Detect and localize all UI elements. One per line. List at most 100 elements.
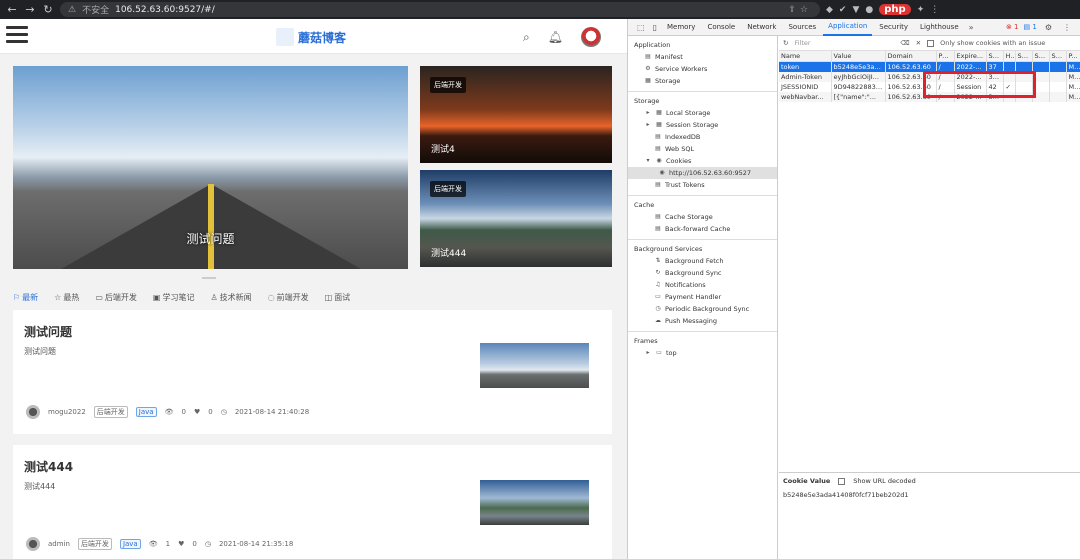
back-icon[interactable]: ← (6, 3, 18, 16)
col-priority[interactable]: P... (1066, 51, 1080, 62)
bell-icon[interactable]: 🔔︎ (548, 30, 563, 44)
cell[interactable]: eyJhbGciOiJI... (831, 72, 886, 82)
category-badge[interactable]: 后端开发 (77, 538, 112, 550)
tab-notes[interactable]: ▣ 学习笔记 (153, 292, 195, 303)
cell[interactable]: JSESSIONID (779, 82, 832, 92)
gear-icon[interactable]: ⚙ (1042, 23, 1055, 32)
filter-input[interactable]: Filter (794, 39, 894, 47)
puzzle-icon[interactable]: ✦ (917, 5, 925, 15)
site-logo[interactable]: 蘑菇博客 (276, 28, 346, 46)
author-avatar[interactable] (26, 537, 40, 551)
sidebar-item-push-messaging[interactable]: ☁ Push Messaging (628, 315, 777, 327)
col-path[interactable]: Path (936, 51, 955, 62)
post-title[interactable]: 测试问题 (24, 323, 72, 340)
close-icon[interactable]: ✕ (916, 39, 921, 47)
error-counter[interactable]: ⊗ 1 (1006, 23, 1019, 31)
cell[interactable]: 9D948228830... (831, 82, 886, 92)
col-secure[interactable]: Se... (1015, 51, 1033, 62)
device-toggle-icon[interactable]: ▯ (650, 23, 660, 32)
post-title[interactable]: 测试444 (24, 458, 73, 475)
sidebar-item-payment-handler[interactable]: ▭ Payment Handler (628, 291, 777, 303)
cell[interactable] (1049, 82, 1067, 92)
expand-arrow-icon[interactable]: ▸ (644, 120, 652, 130)
menu-dots-icon[interactable]: ⋮ (1060, 23, 1074, 32)
author-name[interactable]: mogu2022 (48, 408, 86, 416)
tag-badge[interactable]: Java (119, 539, 141, 549)
extension-icon[interactable]: ◆ (826, 5, 833, 15)
tab-console[interactable]: Console (702, 19, 740, 36)
cell[interactable]: [{"name":"... (831, 92, 886, 102)
avatar[interactable] (581, 27, 601, 47)
post-thumbnail[interactable] (480, 480, 589, 525)
sidebar-item-storage[interactable]: ▦ Storage (628, 75, 777, 87)
cell[interactable]: b5248e5e3ad... (831, 61, 886, 72)
sidebar-item-session-storage[interactable]: ▸ ▦ Session Storage (628, 119, 777, 131)
carousel-indicator[interactable] (202, 277, 216, 279)
sidebar-item-indexeddb[interactable]: ▤ IndexedDB (628, 131, 777, 143)
hamburger-menu-icon[interactable] (6, 26, 28, 46)
php-extension-icon[interactable]: php (879, 4, 911, 15)
author-name[interactable]: admin (48, 540, 70, 548)
forward-icon[interactable]: → (24, 3, 36, 16)
col-expires[interactable]: Expire... (954, 51, 987, 62)
cell[interactable]: M... (1066, 82, 1080, 92)
inspect-icon[interactable]: ⬚ (634, 23, 648, 32)
tab-latest[interactable]: ⚐ 最新 (13, 292, 38, 303)
col-httponly[interactable]: H... (1003, 51, 1016, 62)
sidebar-item-local-storage[interactable]: ▸ ▦ Local Storage (628, 107, 777, 119)
tab-security[interactable]: Security (874, 19, 913, 36)
post-card[interactable]: 测试444 测试444 admin 后端开发 Java 👁︎ 1 ♥ 0 ◷ 2… (13, 445, 612, 559)
sidebar-item-frame-top[interactable]: ▸ ▭ top (628, 347, 777, 359)
tab-memory[interactable]: Memory (662, 19, 700, 36)
col-domain[interactable]: Domain (885, 51, 937, 62)
sidebar-item-periodic-sync[interactable]: ◷ Periodic Background Sync (628, 303, 777, 315)
extension-icon[interactable]: ● (865, 5, 873, 15)
col-size[interactable]: Size (986, 51, 1004, 62)
sidebar-item-trust-tokens[interactable]: ▤ Trust Tokens (628, 179, 777, 191)
url-text[interactable]: 106.52.63.60:9527/#/ (115, 5, 215, 15)
expand-arrow-icon[interactable]: ▸ (644, 108, 652, 118)
collapse-arrow-icon[interactable]: ▾ (644, 156, 652, 166)
sidebar-item-bg-fetch[interactable]: ⇅ Background Fetch (628, 255, 777, 267)
tab-network[interactable]: Network (742, 19, 781, 36)
sidebar-item-cache-storage[interactable]: ▤ Cache Storage (628, 211, 777, 223)
sidebar-item-manifest[interactable]: ▤ Manifest (628, 51, 777, 63)
heart-icon[interactable]: ♥ (194, 408, 200, 416)
extension-icon[interactable]: ✔ (839, 5, 847, 15)
cell[interactable]: M... (1066, 61, 1080, 72)
sidebar-item-notifications[interactable]: ♫ Notifications (628, 279, 777, 291)
share-star-icons[interactable]: ⇪☆ (788, 5, 812, 15)
tab-lighthouse[interactable]: Lighthouse (915, 19, 964, 36)
sidebar-item-bg-sync[interactable]: ↻ Background Sync (628, 267, 777, 279)
col-value[interactable]: Value (831, 51, 886, 62)
tab-sources[interactable]: Sources (783, 19, 821, 36)
side-card[interactable]: 后端开发 测试4 (420, 66, 612, 163)
menu-dots-icon[interactable]: ⋮ (930, 5, 939, 15)
author-avatar[interactable] (26, 405, 40, 419)
post-card[interactable]: 测试问题 测试问题 mogu2022 后端开发 Java 👁︎ 0 ♥ 0 ◷ … (13, 310, 612, 434)
tag-badge[interactable]: Java (135, 407, 157, 417)
tab-application[interactable]: Application (823, 19, 873, 36)
tab-news[interactable]: ♙ 技术新闻 (210, 292, 251, 303)
col-name[interactable]: Name (779, 51, 832, 62)
hero-banner[interactable]: 测试问题 (13, 66, 408, 269)
tab-frontend[interactable]: ◌ 前端开发 (268, 292, 309, 303)
more-tabs-icon[interactable]: » (966, 23, 977, 32)
only-issue-checkbox[interactable] (927, 39, 935, 47)
sidebar-item-bfcache[interactable]: ▤ Back-forward Cache (628, 223, 777, 235)
search-icon[interactable]: ⌕ (523, 30, 530, 45)
cell[interactable] (1049, 72, 1067, 82)
cell[interactable] (1049, 92, 1067, 102)
tab-backend[interactable]: ▭ 后端开发 (95, 292, 137, 303)
address-bar[interactable]: ⚠ 不安全 106.52.63.60:9527/#/ ⇪☆ (60, 2, 820, 17)
post-thumbnail[interactable] (480, 343, 589, 388)
cell[interactable]: webNavbar... (779, 92, 832, 102)
sidebar-item-websql[interactable]: ▤ Web SQL (628, 143, 777, 155)
cookie-value-text[interactable]: b5248e5e3ada41408f0fcf71beb202d1 (783, 491, 1077, 499)
tab-hottest[interactable]: ☆ 最热 (54, 292, 79, 303)
sidebar-item-service-workers[interactable]: ⚙ Service Workers (628, 63, 777, 75)
reload-icon[interactable]: ↻ (42, 3, 54, 16)
extension-icon[interactable]: ▼ (852, 5, 859, 15)
col-sameparty[interactable]: Sa... (1049, 51, 1067, 62)
category-badge[interactable]: 后端开发 (93, 406, 128, 418)
